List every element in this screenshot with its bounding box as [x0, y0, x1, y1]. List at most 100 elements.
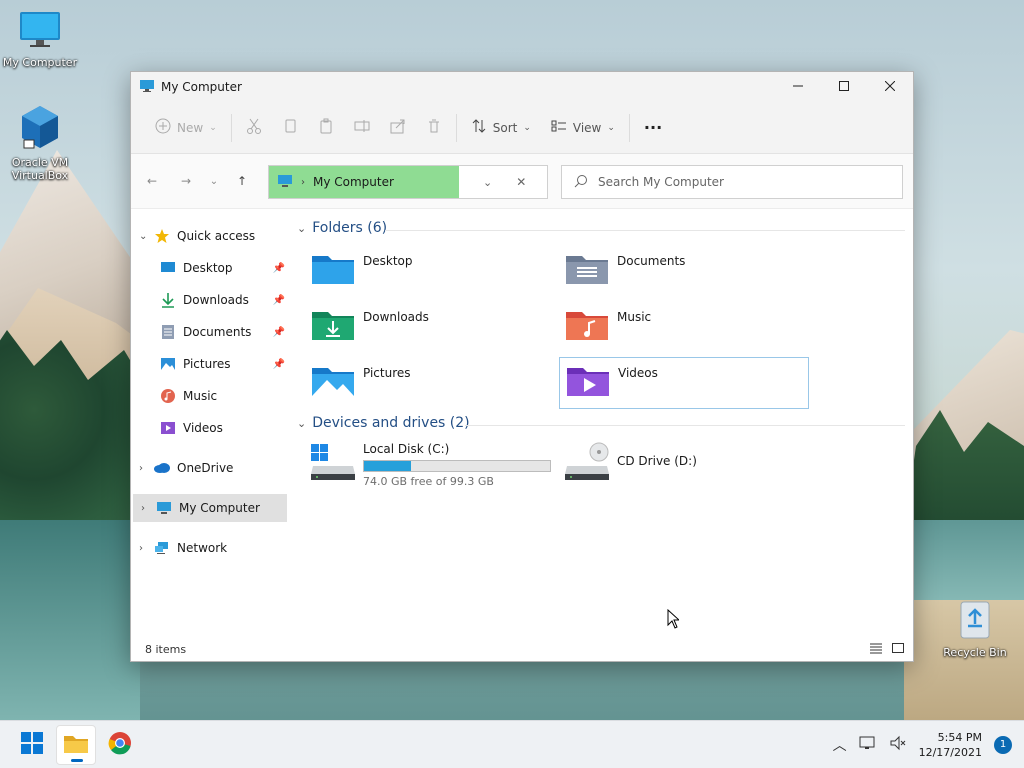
star-icon: [153, 227, 171, 245]
folder-tile-documents[interactable]: Documents: [565, 250, 815, 302]
paste-icon: [318, 118, 334, 137]
notification-badge[interactable]: 1: [994, 735, 1012, 754]
recycle-bin-icon: [935, 598, 1015, 643]
search-box[interactable]: Search My Computer: [561, 165, 903, 199]
nav-item-documents[interactable]: Documents 📌: [131, 318, 293, 346]
folder-tile-pictures[interactable]: Pictures: [311, 362, 561, 414]
folder-name: Videos: [618, 366, 658, 380]
cloud-icon: [153, 459, 171, 477]
mouse-cursor-icon: [667, 608, 681, 632]
delete-button[interactable]: [416, 112, 452, 144]
chevron-down-icon[interactable]: ⌄: [139, 231, 153, 242]
arrow-left-icon: ←: [146, 174, 158, 188]
title-bar[interactable]: My Computer: [131, 72, 913, 102]
folder-tile-downloads[interactable]: Downloads: [311, 306, 561, 358]
disk-usage-bar: [363, 460, 551, 472]
nav-onedrive[interactable]: › OneDrive: [131, 454, 293, 482]
address-path[interactable]: › My Computer: [269, 166, 459, 198]
share-icon: [390, 118, 406, 137]
recent-locations-button[interactable]: ⌄: [203, 165, 225, 197]
drives-group-header[interactable]: ⌄ Devices and drives (2): [297, 415, 470, 431]
chevron-right-icon[interactable]: ›: [139, 463, 153, 474]
scissors-icon: [246, 118, 262, 137]
paste-button[interactable]: [308, 112, 344, 144]
drive-local-disk-c[interactable]: Local Disk (C:) 74.0 GB free of 99.3 GB: [311, 442, 551, 488]
maximize-icon: [839, 80, 849, 94]
nav-item-videos[interactable]: Videos: [131, 414, 293, 442]
pin-icon: 📌: [272, 358, 285, 370]
drives-header-label: Devices and drives (2): [312, 415, 470, 431]
chevron-up-icon[interactable]: ︿: [833, 735, 847, 755]
start-button[interactable]: [12, 725, 52, 765]
taskbar-file-explorer[interactable]: [56, 724, 96, 765]
new-button[interactable]: New ⌄: [145, 112, 227, 144]
chevron-right-icon[interactable]: ›: [139, 543, 153, 554]
desktop-icon-my-computer[interactable]: My Computer: [0, 10, 80, 69]
nav-label: Videos: [183, 421, 223, 435]
maximize-button[interactable]: [821, 72, 867, 102]
chevron-down-icon[interactable]: ⌄: [483, 176, 492, 189]
new-label: New: [177, 120, 204, 135]
folder-tile-videos[interactable]: Videos: [559, 357, 809, 409]
nav-my-computer[interactable]: › My Computer: [133, 494, 287, 522]
close-button[interactable]: [867, 72, 913, 102]
documents-folder-icon: [565, 250, 609, 286]
monitor-icon: [0, 10, 80, 53]
desktop-icon-recycle-bin[interactable]: Recycle Bin: [935, 598, 1015, 659]
large-icons-view-icon[interactable]: [891, 642, 905, 657]
forward-button[interactable]: →: [169, 165, 203, 197]
nav-quick-access[interactable]: ⌄ Quick access: [131, 222, 293, 250]
details-view-icon[interactable]: [869, 642, 883, 657]
nav-item-pictures[interactable]: Pictures 📌: [131, 350, 293, 378]
desktop-icon-label: Oracle VM VirtualBox: [11, 156, 69, 182]
more-options-button[interactable]: ···: [634, 112, 672, 144]
trash-icon: [426, 118, 442, 137]
nav-item-music[interactable]: Music: [131, 382, 293, 410]
navigation-pane: ⌄ Quick access Desktop 📌 Downloads 📌 Doc…: [131, 210, 293, 640]
video-icon: [159, 419, 177, 437]
folders-group-header[interactable]: ⌄ Folders (6): [297, 220, 387, 236]
folder-tile-desktop[interactable]: Desktop: [311, 250, 561, 302]
volume-muted-icon[interactable]: [889, 735, 907, 754]
back-button[interactable]: ←: [135, 165, 169, 197]
chevron-down-icon: ⌄: [297, 221, 307, 235]
share-button[interactable]: [380, 112, 416, 144]
folder-name: Downloads: [363, 310, 429, 324]
nav-item-desktop[interactable]: Desktop 📌: [131, 254, 293, 282]
folder-name: Documents: [617, 254, 686, 268]
copy-button[interactable]: [272, 112, 308, 144]
view-button[interactable]: View ⌄: [541, 112, 625, 144]
desktop-icon-virtualbox[interactable]: Oracle VM VirtualBox: [0, 104, 80, 182]
drive-cd-d[interactable]: CD Drive (D:): [565, 442, 697, 482]
cut-button[interactable]: [236, 112, 272, 144]
window-title: My Computer: [161, 80, 242, 94]
nav-network[interactable]: › Network: [131, 534, 293, 562]
chevron-right-icon[interactable]: ›: [141, 503, 155, 514]
search-placeholder: Search My Computer: [598, 175, 724, 189]
sort-label: Sort: [492, 120, 518, 135]
drive-name: Local Disk (C:): [363, 442, 450, 456]
nav-label: Network: [177, 541, 228, 555]
taskbar-chrome[interactable]: [100, 725, 140, 765]
monitor-icon: [139, 79, 155, 96]
sort-button[interactable]: Sort ⌄: [461, 112, 541, 144]
minimize-button[interactable]: [775, 72, 821, 102]
chevron-down-icon: ⌄: [607, 122, 615, 133]
monitor-icon: [155, 499, 173, 517]
drive-name: CD Drive (D:): [617, 454, 697, 468]
close-icon[interactable]: ✕: [516, 175, 526, 189]
folder-name: Pictures: [363, 366, 411, 380]
picture-icon: [159, 355, 177, 373]
rename-button[interactable]: [344, 112, 380, 144]
nav-item-downloads[interactable]: Downloads 📌: [131, 286, 293, 314]
up-button[interactable]: ↑: [225, 165, 259, 197]
status-bar: 8 items: [131, 637, 913, 661]
network-display-icon[interactable]: [859, 735, 877, 754]
clock[interactable]: 5:54 PM 12/17/2021: [919, 730, 982, 760]
folder-tile-music[interactable]: Music: [565, 306, 815, 358]
minimize-icon: [793, 80, 803, 94]
address-bar[interactable]: › My Computer ⌄ ✕: [268, 165, 548, 199]
desktop-icon-label: My Computer: [2, 56, 78, 69]
search-icon: [574, 174, 588, 191]
active-indicator: [71, 758, 83, 762]
